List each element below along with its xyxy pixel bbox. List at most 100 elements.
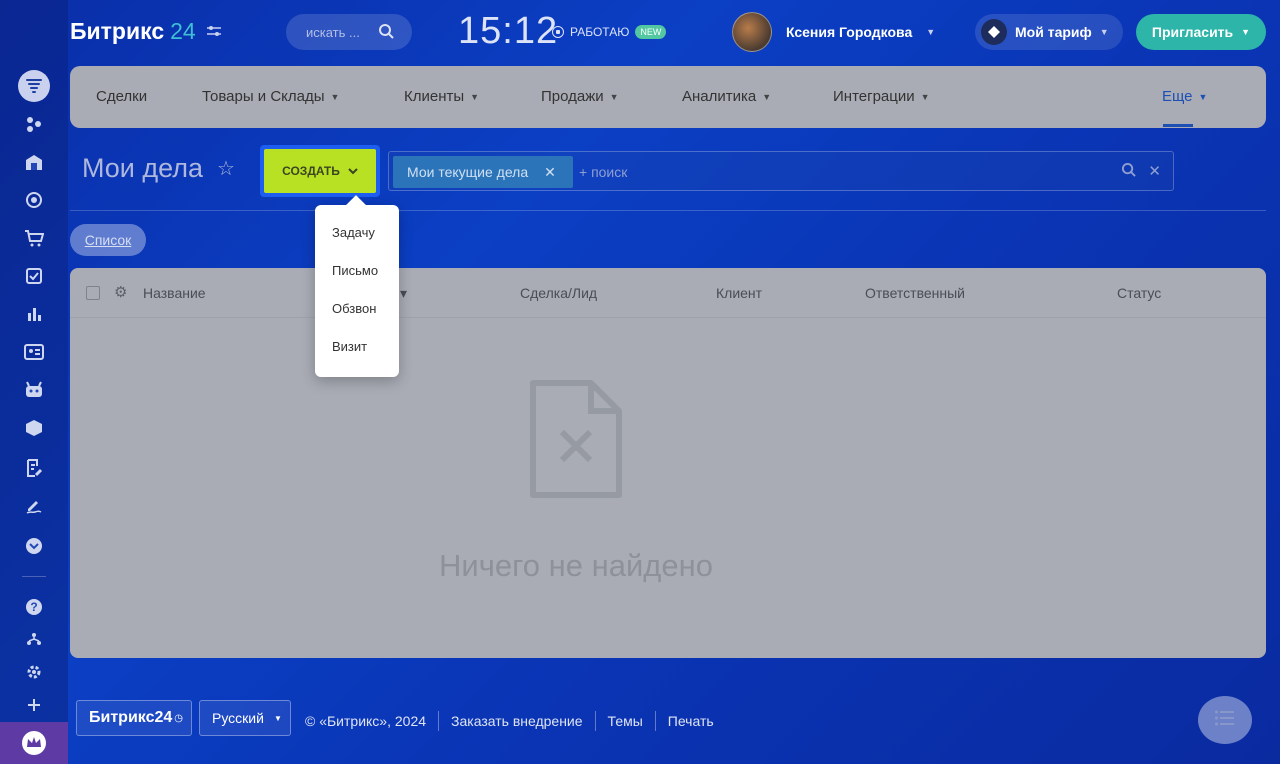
search-input[interactable]: искать ...	[286, 14, 412, 50]
settings-icon[interactable]	[18, 656, 50, 688]
divider	[594, 711, 596, 731]
list-icon	[1215, 709, 1235, 732]
column-header[interactable]: Клиент	[716, 285, 762, 301]
cart-icon[interactable]	[18, 222, 50, 254]
footer-link-themes[interactable]: Темы	[608, 713, 643, 729]
divider	[70, 210, 1266, 211]
robot-icon[interactable]	[18, 374, 50, 406]
invite-label: Пригласить	[1151, 24, 1234, 40]
help-icon[interactable]: ?	[18, 591, 50, 623]
tab-more[interactable]: Еще ▼	[1162, 88, 1207, 105]
tab-sales[interactable]: Продажи ▼	[541, 88, 619, 105]
logo-number: 24	[170, 18, 196, 44]
create-button-focus: СОЗДАТЬ	[260, 145, 380, 197]
box-icon[interactable]	[18, 412, 50, 444]
tab-label: Интеграции	[833, 88, 915, 105]
footer-logo-button[interactable]: Битрикс24 ◷	[76, 700, 192, 736]
chevron-down-icon: ▼	[609, 91, 619, 102]
select-all-checkbox[interactable]	[86, 286, 100, 300]
menu-item-visit[interactable]: Визит	[332, 339, 367, 354]
chip-close-icon[interactable]: ✕	[544, 164, 556, 181]
svg-text:?: ?	[30, 600, 37, 614]
column-header[interactable]: Ответственный	[865, 285, 965, 301]
copyright: © «Битрикс», 2024	[305, 713, 427, 729]
divider	[438, 711, 440, 731]
footer-link-order[interactable]: Заказать внедрение	[451, 713, 583, 729]
star-icon[interactable]: ☆	[217, 156, 235, 181]
gear-icon[interactable]: ⚙	[114, 283, 127, 301]
footer-links: © «Битрикс», 2024 Заказать внедрение Тем…	[305, 711, 714, 731]
signature-icon[interactable]	[18, 490, 50, 522]
language-select[interactable]: Русский ▼	[199, 700, 291, 736]
work-status[interactable]: РАБОТАЮ NEW	[552, 25, 667, 39]
tab-analytics[interactable]: Аналитика ▼	[682, 88, 771, 105]
target-icon[interactable]	[18, 184, 50, 216]
menu-item-task[interactable]: Задачу	[332, 225, 375, 240]
footer-link-print[interactable]: Печать	[668, 713, 714, 729]
filter-chip[interactable]: Мои текущие дела ✕	[393, 156, 573, 188]
menu-item-email[interactable]: Письмо	[332, 263, 378, 278]
page-title-text: Мои дела	[82, 153, 204, 183]
tab-label: Продажи	[541, 88, 604, 105]
filter-icon[interactable]	[18, 70, 50, 102]
create-button[interactable]: СОЗДАТЬ	[264, 149, 376, 193]
caret-down-icon: ▼	[1099, 27, 1109, 37]
empty-file-icon	[530, 380, 622, 503]
tab-label: Сделки	[96, 88, 148, 105]
filter-search-placeholder[interactable]: + поиск	[579, 164, 627, 180]
tab-label: Еще	[1162, 88, 1193, 105]
sort-chevron-icon[interactable]: ▾	[400, 285, 407, 302]
logo-text: Битрикс	[70, 18, 165, 44]
task-icon[interactable]	[18, 260, 50, 292]
chevron-down-icon: ▼	[920, 91, 930, 102]
clock-icon: ◷	[174, 712, 184, 724]
column-header[interactable]: Статус	[1117, 285, 1161, 301]
close-icon[interactable]: ✕	[1148, 162, 1161, 181]
column-header[interactable]: Название	[143, 285, 206, 301]
invite-button[interactable]: Пригласить ▼	[1136, 14, 1266, 50]
column-header[interactable]: Сделка/Лид	[520, 285, 597, 301]
menu-item-call[interactable]: Обзвон	[332, 301, 376, 316]
footer-logo-text: Битрикс24	[89, 709, 173, 726]
bank-icon[interactable]	[18, 146, 50, 178]
contact-card-icon[interactable]	[18, 336, 50, 368]
diamond-icon	[981, 19, 1007, 45]
search-placeholder: искать ...	[306, 24, 360, 40]
list-view-button[interactable]: Список	[70, 224, 146, 256]
search-icon[interactable]	[1121, 162, 1137, 181]
tab-integrations[interactable]: Интеграции ▼	[833, 88, 930, 105]
chevron-down-icon	[348, 164, 358, 178]
divider	[654, 711, 656, 731]
tariff-label: Мой тариф	[1015, 24, 1092, 40]
filter-chip-label: Мои текущие дела	[407, 164, 529, 180]
document-edit-icon[interactable]	[18, 452, 50, 484]
tab-clients[interactable]: Клиенты ▼	[404, 88, 479, 105]
user-name[interactable]: Ксения Городкова	[786, 24, 912, 40]
crown-icon[interactable]	[0, 722, 68, 764]
app-logo[interactable]: Битрикс 24	[70, 18, 222, 45]
activity-icon[interactable]	[18, 108, 50, 140]
chevron-down-icon: ▼	[1198, 91, 1208, 102]
create-label: СОЗДАТЬ	[282, 164, 340, 178]
plus-icon[interactable]	[18, 689, 50, 721]
sitemap-icon[interactable]	[18, 623, 50, 655]
chart-icon[interactable]	[18, 298, 50, 330]
chevron-down-icon: ▼	[470, 91, 480, 102]
filter-bar[interactable]: Мои текущие дела ✕ + поиск ✕	[388, 151, 1174, 191]
language-label: Русский	[212, 710, 264, 726]
tariff-button[interactable]: Мой тариф ▼	[975, 14, 1123, 50]
top-nav: Сделки Товары и Склады ▼ Клиенты ▼ Прода…	[70, 66, 1266, 128]
work-status-label: РАБОТАЮ	[570, 25, 630, 39]
tab-deals[interactable]: Сделки	[96, 88, 147, 105]
user-menu[interactable]: Ксения Городкова ▼	[732, 12, 935, 52]
chevron-down-icon: ▼	[330, 91, 340, 102]
new-badge: NEW	[635, 25, 667, 39]
sliders-icon[interactable]	[206, 24, 222, 40]
more-icon[interactable]	[18, 530, 50, 562]
stop-icon	[552, 26, 564, 38]
feed-button[interactable]	[1198, 696, 1252, 744]
clock[interactable]: 15:12	[458, 10, 558, 53]
tab-products[interactable]: Товары и Склады ▼	[202, 88, 339, 105]
avatar[interactable]	[732, 12, 772, 52]
search-icon[interactable]	[378, 23, 394, 42]
